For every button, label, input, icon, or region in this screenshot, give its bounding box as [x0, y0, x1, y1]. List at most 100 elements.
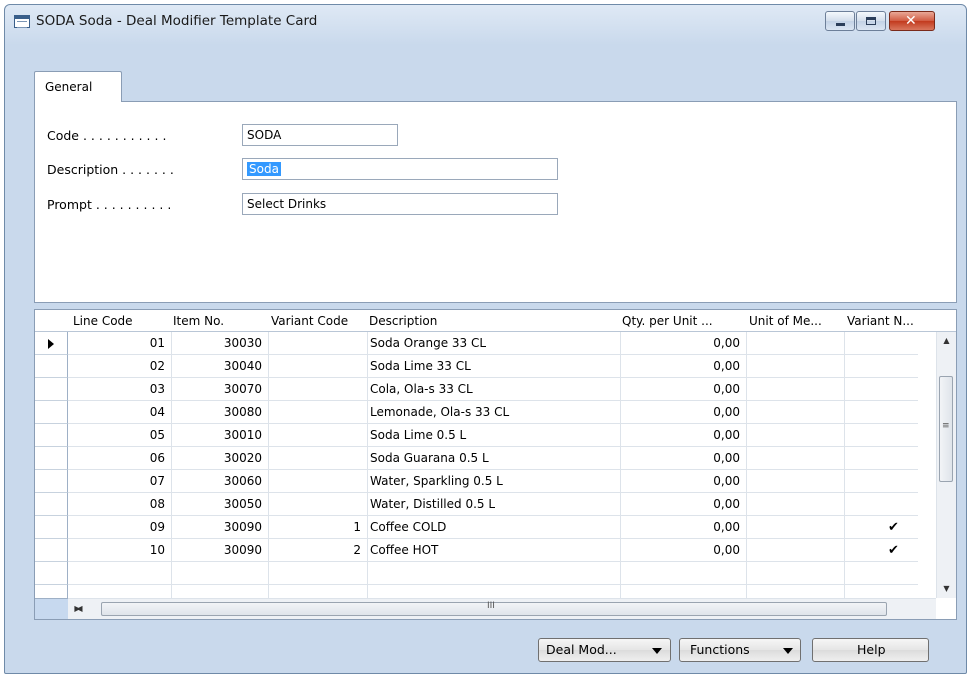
column-header-item-no[interactable]: Item No.	[173, 310, 267, 331]
table-row[interactable]: 03 30070 Cola, Ola-s 33 CL 0,00	[35, 378, 938, 401]
cell-unit-of-measure[interactable]	[746, 539, 844, 562]
vertical-scroll-thumb[interactable]: ≡	[939, 376, 953, 482]
cell-unit-of-measure[interactable]	[746, 401, 844, 424]
table-row[interactable]: 02 30040 Soda Lime 33 CL 0,00	[35, 355, 938, 378]
cell-description[interactable]: Coffee COLD	[367, 516, 620, 539]
row-selector[interactable]	[35, 378, 68, 401]
cell-description[interactable]: Soda Orange 33 CL	[367, 332, 620, 355]
cell-unit-of-measure[interactable]	[746, 424, 844, 447]
cell-qty-per-unit[interactable]: 0,00	[620, 332, 746, 355]
cell-unit-of-measure[interactable]	[746, 470, 844, 493]
row-selector[interactable]	[35, 470, 68, 493]
cell-variant-code[interactable]	[268, 401, 367, 424]
prompt-field[interactable]: Select Drinks	[242, 193, 558, 215]
cell-qty-per-unit[interactable]: 0,00	[620, 378, 746, 401]
cell-item-no[interactable]: 30090	[171, 539, 268, 562]
cell-line-code[interactable]: 01	[68, 332, 171, 355]
vertical-scrollbar[interactable]: ▲ ≡ ▼	[936, 332, 956, 598]
cell-variant-code[interactable]	[268, 447, 367, 470]
column-header-line-code[interactable]: Line Code	[73, 310, 167, 331]
deal-mod-menu-button[interactable]: Deal Mod...	[538, 638, 671, 662]
row-selector[interactable]	[35, 562, 68, 585]
cell-unit-of-measure[interactable]	[746, 355, 844, 378]
horizontal-scrollbar[interactable]: ◀ III ▶	[68, 598, 936, 619]
cell-description[interactable]: Lemonade, Ola-s 33 CL	[367, 401, 620, 424]
cell-line-code[interactable]: 02	[68, 355, 171, 378]
cell-variant-code[interactable]	[268, 355, 367, 378]
cell-description[interactable]: Soda Lime 33 CL	[367, 355, 620, 378]
cell-variant-n[interactable]	[844, 424, 938, 447]
cell-variant-n[interactable]: ✔	[844, 516, 938, 539]
table-row[interactable]	[35, 562, 938, 585]
cell-description[interactable]: Water, Sparkling 0.5 L	[367, 470, 620, 493]
scroll-down-icon[interactable]: ▼	[937, 580, 956, 598]
cell-item-no[interactable]: 30020	[171, 447, 268, 470]
cell-qty-per-unit[interactable]: 0,00	[620, 539, 746, 562]
cell-unit-of-measure[interactable]	[746, 447, 844, 470]
title-bar[interactable]: SODA Soda - Deal Modifier Template Card …	[5, 5, 966, 39]
cell-line-code[interactable]: 04	[68, 401, 171, 424]
cell-qty-per-unit[interactable]: 0,00	[620, 424, 746, 447]
cell-variant-code[interactable]	[268, 470, 367, 493]
table-row[interactable]: 10 30090 2 Coffee HOT 0,00 ✔	[35, 539, 938, 562]
table-row[interactable]: 04 30080 Lemonade, Ola-s 33 CL 0,00	[35, 401, 938, 424]
cell-unit-of-measure[interactable]	[746, 378, 844, 401]
column-header-variant-n[interactable]: Variant N...	[847, 310, 939, 331]
cell-description[interactable]: Coffee HOT	[367, 539, 620, 562]
cell-qty-per-unit[interactable]: 0,00	[620, 447, 746, 470]
cell-item-no[interactable]: 30080	[171, 401, 268, 424]
row-selector[interactable]	[35, 516, 68, 539]
code-field[interactable]: SODA	[242, 124, 398, 146]
cell-line-code[interactable]: 09	[68, 516, 171, 539]
cell-line-code[interactable]: 03	[68, 378, 171, 401]
cell-item-no[interactable]: 30060	[171, 470, 268, 493]
cell-variant-n[interactable]	[844, 470, 938, 493]
cell-item-no[interactable]: 30010	[171, 424, 268, 447]
cell-variant-code[interactable]	[268, 424, 367, 447]
cell-item-no[interactable]: 30070	[171, 378, 268, 401]
cell-qty-per-unit[interactable]: 0,00	[620, 355, 746, 378]
table-row[interactable]: 08 30050 Water, Distilled 0.5 L 0,00	[35, 493, 938, 516]
cell-variant-n[interactable]	[844, 332, 938, 355]
column-header-description[interactable]: Description	[369, 310, 619, 331]
help-button[interactable]: Help	[812, 638, 929, 662]
cell-item-no[interactable]: 30050	[171, 493, 268, 516]
cell-variant-code[interactable]	[268, 378, 367, 401]
row-selector[interactable]	[35, 493, 68, 516]
cell-line-code[interactable]: 07	[68, 470, 171, 493]
cell-line-code[interactable]: 05	[68, 424, 171, 447]
cell-unit-of-measure[interactable]	[746, 516, 844, 539]
close-button[interactable]: ✕	[889, 11, 935, 31]
cell-item-no[interactable]: 30090	[171, 516, 268, 539]
cell-unit-of-measure[interactable]	[746, 332, 844, 355]
cell-item-no[interactable]: 30040	[171, 355, 268, 378]
cell-variant-code[interactable]	[268, 493, 367, 516]
cell-variant-n[interactable]	[844, 447, 938, 470]
table-row[interactable]: 06 30020 Soda Guarana 0.5 L 0,00	[35, 447, 938, 470]
scroll-up-icon[interactable]: ▲	[937, 332, 956, 350]
cell-item-no[interactable]: 30030	[171, 332, 268, 355]
cell-variant-n[interactable]	[844, 378, 938, 401]
minimize-button[interactable]	[825, 11, 855, 31]
row-selector[interactable]	[35, 447, 68, 470]
row-selector[interactable]	[35, 332, 68, 355]
column-header-qty-per-unit[interactable]: Qty. per Unit ...	[622, 310, 746, 331]
maximize-button[interactable]	[856, 11, 886, 31]
cell-variant-n[interactable]	[844, 355, 938, 378]
cell-description[interactable]: Water, Distilled 0.5 L	[367, 493, 620, 516]
tab-general[interactable]: General	[34, 71, 122, 102]
cell-variant-n[interactable]	[844, 401, 938, 424]
column-header-unit-of-measure[interactable]: Unit of Me...	[749, 310, 845, 331]
cell-line-code[interactable]: 10	[68, 539, 171, 562]
description-field[interactable]: Soda	[242, 158, 558, 180]
table-row[interactable]: 09 30090 1 Coffee COLD 0,00 ✔	[35, 516, 938, 539]
horizontal-scroll-thumb[interactable]: III	[101, 601, 887, 616]
column-header-variant-code[interactable]: Variant Code	[271, 310, 367, 331]
table-row[interactable]: 01 30030 Soda Orange 33 CL 0,00	[35, 332, 938, 355]
cell-variant-n[interactable]	[844, 493, 938, 516]
table-row[interactable]: 07 30060 Water, Sparkling 0.5 L 0,00	[35, 470, 938, 493]
cell-variant-code[interactable]	[268, 332, 367, 355]
cell-description[interactable]: Soda Guarana 0.5 L	[367, 447, 620, 470]
cell-qty-per-unit[interactable]: 0,00	[620, 401, 746, 424]
row-selector[interactable]	[35, 424, 68, 447]
